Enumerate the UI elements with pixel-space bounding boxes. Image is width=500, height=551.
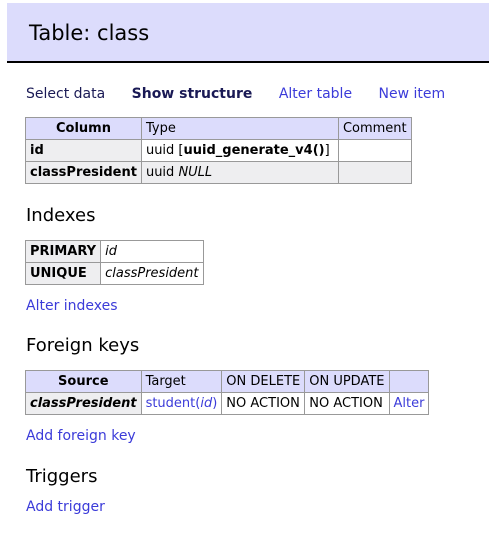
column-comment <box>337 161 412 184</box>
columns-header-row: Column Type Comment <box>25 117 412 140</box>
index-columns: classPresident <box>100 262 204 285</box>
target-header: Target <box>140 370 223 393</box>
on-delete-header: ON DELETE <box>221 370 306 393</box>
index-columns: id <box>100 240 204 263</box>
fk-action: Alter <box>388 392 430 415</box>
fk-source-column: classPresident <box>30 396 137 411</box>
alter-table-link[interactable]: Alter table <box>279 86 352 102</box>
table-row: id uuid [uuid_generate_v4()] <box>25 139 412 162</box>
table-nav: Select data Show structure Alter table N… <box>26 85 467 103</box>
fk-target-table[interactable]: student <box>146 396 196 411</box>
null-flag: NULL <box>178 165 213 180</box>
index-row: UNIQUE classPresident <box>24 262 204 285</box>
fk-on-delete: NO ACTION <box>221 392 306 415</box>
indexes-table: PRIMARY id UNIQUE classPresident <box>24 240 204 285</box>
foreign-keys-table: Source Target ON DELETE ON UPDATE classP… <box>25 370 430 415</box>
show-structure-current: Show structure <box>131 86 253 102</box>
column-type: uuid [uuid_generate_v4()] <box>140 139 339 162</box>
type-header: Type <box>140 117 339 140</box>
foreign-keys-header-row: Source Target ON DELETE ON UPDATE <box>25 370 430 393</box>
index-column: classPresident <box>105 266 199 281</box>
fk-source: classPresident <box>25 392 142 415</box>
add-trigger-line: Add trigger <box>26 498 105 516</box>
fk-on-update: NO ACTION <box>304 392 390 415</box>
comment-header: Comment <box>337 117 412 140</box>
column-name: id <box>25 139 142 162</box>
indexes-heading: Indexes <box>26 205 96 226</box>
page-title: Table: class <box>29 21 150 45</box>
foreign-key-row: classPresident student(id) NO ACTION NO … <box>25 392 430 415</box>
alter-indexes-line: Alter indexes <box>26 297 118 315</box>
column-name: classPresident <box>25 161 142 184</box>
default-value: uuid_generate_v4() <box>183 143 325 158</box>
add-trigger-link[interactable]: Add trigger <box>26 499 105 515</box>
select-data-link[interactable]: Select data <box>26 86 105 102</box>
fk-target-column[interactable]: id <box>200 396 212 411</box>
triggers-heading: Triggers <box>26 466 98 487</box>
on-update-header: ON UPDATE <box>304 370 390 393</box>
add-foreign-key-line: Add foreign key <box>26 427 136 445</box>
column-header: Column <box>25 117 142 140</box>
action-header <box>388 370 430 393</box>
columns-table: Column Type Comment id uuid [uuid_genera… <box>25 117 412 184</box>
index-row: PRIMARY id <box>24 240 204 263</box>
index-type: PRIMARY <box>24 240 102 263</box>
alter-foreign-key-link[interactable]: Alter <box>394 396 425 411</box>
page-header: Table: class <box>7 3 489 63</box>
index-column: id <box>105 244 117 259</box>
type-bracket: ] <box>324 143 330 158</box>
table-row: classPresident uuid NULL <box>25 161 412 184</box>
column-type: uuid NULL <box>140 161 339 184</box>
alter-indexes-link[interactable]: Alter indexes <box>26 298 118 314</box>
source-header: Source <box>25 370 142 393</box>
fk-target[interactable]: student(id) <box>140 392 223 415</box>
column-comment <box>337 139 412 162</box>
fk-target-link[interactable]: student(id) <box>146 396 218 411</box>
index-type: UNIQUE <box>24 262 102 285</box>
new-item-link[interactable]: New item <box>379 86 446 102</box>
add-foreign-key-link[interactable]: Add foreign key <box>26 428 136 444</box>
type-name: uuid [ <box>145 143 184 158</box>
type-name: uuid <box>145 165 179 180</box>
foreign-keys-heading: Foreign keys <box>26 335 140 356</box>
